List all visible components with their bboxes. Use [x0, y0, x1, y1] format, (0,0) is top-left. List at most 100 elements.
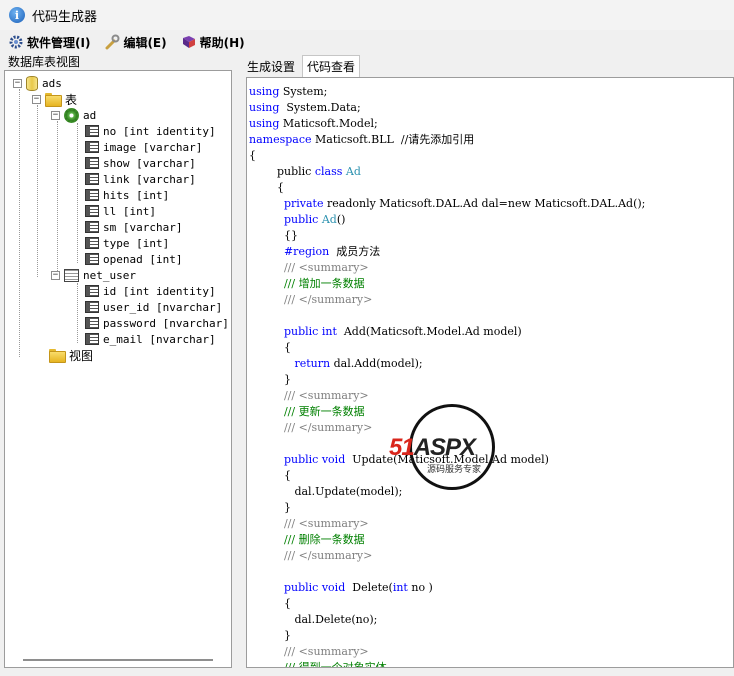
tab-generate-settings[interactable]: 生成设置	[243, 55, 299, 77]
code-token: /// 得到一个对象实体	[283, 661, 387, 668]
code-token: /// 更新一条数据	[283, 405, 365, 418]
tree-node-column[interactable]: hits [int]	[85, 187, 169, 203]
watermark-brand-dark: ASPX	[413, 434, 476, 461]
code-token: }	[249, 629, 291, 642]
code-token: /// <summary>	[283, 389, 369, 402]
tree-node-tables-folder[interactable]: − 表	[32, 91, 77, 107]
column-icon	[85, 333, 99, 345]
collapse-toggle[interactable]: −	[13, 78, 22, 88]
tree-guide	[77, 283, 78, 343]
code-token: public	[283, 213, 319, 226]
tree-node-column[interactable]: id [int identity]	[85, 283, 216, 299]
tree-node-column[interactable]: link [varchar]	[85, 171, 196, 187]
collapse-toggle[interactable]: −	[51, 270, 60, 280]
tree-node-views-folder[interactable]: 视图	[49, 347, 93, 363]
code-view-panel[interactable]: using System; using System.Data; using Mat…	[246, 77, 734, 668]
code-token: {	[249, 181, 284, 194]
code-line: /// <summary>	[249, 260, 369, 276]
table-icon	[64, 268, 79, 282]
code-line: using System;	[249, 84, 327, 100]
menu-bar: 软件管理(I) 编辑(E) 帮助(H)	[0, 30, 734, 54]
horizontal-scrollbar[interactable]	[23, 659, 213, 661]
code-token: readonly Maticsoft.DAL.Ad dal=new Matics…	[323, 197, 646, 210]
menu-label: 软件管理(I)	[27, 35, 91, 50]
code-line: /// <summary>	[249, 644, 369, 660]
code-line: return dal.Add(model);	[249, 356, 422, 372]
collapse-toggle[interactable]: −	[32, 94, 41, 104]
watermark-brand-red: 51	[389, 434, 415, 461]
settings-icon	[8, 34, 24, 50]
code-line: public void Delete(int no )	[249, 580, 433, 596]
column-icon	[85, 125, 99, 137]
code-line: }	[249, 628, 291, 644]
code-token: return	[294, 357, 331, 370]
menu-help[interactable]: 帮助(H)	[181, 34, 245, 51]
code-token: #region	[283, 245, 330, 258]
tree-node-column[interactable]: ll [int]	[85, 203, 156, 219]
title-bar: i 代码生成器	[0, 0, 734, 30]
tree-node-column[interactable]: password [nvarchar]	[85, 315, 229, 331]
code-token: ()	[336, 213, 346, 226]
menu-edit[interactable]: 编辑(E)	[104, 34, 167, 51]
tree-node-column[interactable]: sm [varchar]	[85, 219, 182, 235]
code-token: /// 删除一条数据	[283, 533, 365, 546]
db-tree-panel[interactable]: − ads − 表 − ad no [int identity] image […	[4, 70, 232, 668]
code-token: }	[249, 501, 291, 514]
code-line: {	[249, 148, 256, 164]
code-token: public	[283, 325, 319, 338]
tree-guide	[77, 123, 78, 263]
code-line: /// </summary>	[249, 292, 372, 308]
code-token: Delete(	[345, 581, 393, 594]
tree-node-column[interactable]: openad [int]	[85, 251, 182, 267]
code-token: }	[249, 373, 291, 386]
column-icon	[85, 221, 99, 233]
tree-node-table-ad[interactable]: − ad	[51, 107, 96, 123]
code-token: no )	[407, 581, 433, 594]
code-token: /// </summary>	[283, 549, 373, 562]
code-line: {	[249, 180, 284, 196]
menu-label: 编辑(E)	[123, 35, 167, 50]
code-token: int	[321, 325, 337, 338]
code-token: Add(Maticsoft.Model.Ad model)	[336, 325, 522, 338]
code-token: void	[321, 453, 346, 466]
code-token: {	[249, 469, 291, 482]
tree-node-column[interactable]: image [varchar]	[85, 139, 202, 155]
column-icon	[85, 317, 99, 329]
tree-node-table-net-user[interactable]: − net_user	[51, 267, 136, 283]
code-token: dal.Update(model);	[249, 485, 403, 498]
code-line: /// 得到一个对象实体	[249, 660, 387, 668]
code-line: {	[249, 340, 291, 356]
tree-node-column[interactable]: type [int]	[85, 235, 169, 251]
column-icon	[85, 237, 99, 249]
tab-code-view[interactable]: 代码查看	[302, 55, 361, 77]
code-line: {	[249, 596, 291, 612]
code-token: /// <summary>	[283, 517, 369, 530]
tree-node-database[interactable]: − ads	[13, 75, 62, 91]
tree-node-column[interactable]: user_id [nvarchar]	[85, 299, 222, 315]
column-icon	[85, 301, 99, 313]
tree-node-column[interactable]: show [varchar]	[85, 155, 196, 171]
tree-node-column[interactable]: e_mail [nvarchar]	[85, 331, 216, 347]
tree-guide	[37, 105, 38, 277]
code-line: using System.Data;	[249, 100, 361, 116]
code-token: System;	[279, 85, 328, 98]
code-line: /// </summary>	[249, 548, 372, 564]
code-token: 成员方法	[329, 245, 381, 258]
tree-node-column[interactable]: no [int identity]	[85, 123, 216, 139]
code-line: public class Ad	[249, 164, 361, 180]
menu-label: 帮助(H)	[199, 35, 245, 50]
collapse-toggle[interactable]: −	[51, 110, 60, 120]
column-icon	[85, 189, 99, 201]
watermark-subtitle: 源码服务专家	[427, 465, 482, 475]
code-token: dal.Delete(no);	[249, 613, 378, 626]
menu-software-management[interactable]: 软件管理(I)	[8, 34, 90, 51]
code-line: public Ad()	[249, 212, 345, 228]
